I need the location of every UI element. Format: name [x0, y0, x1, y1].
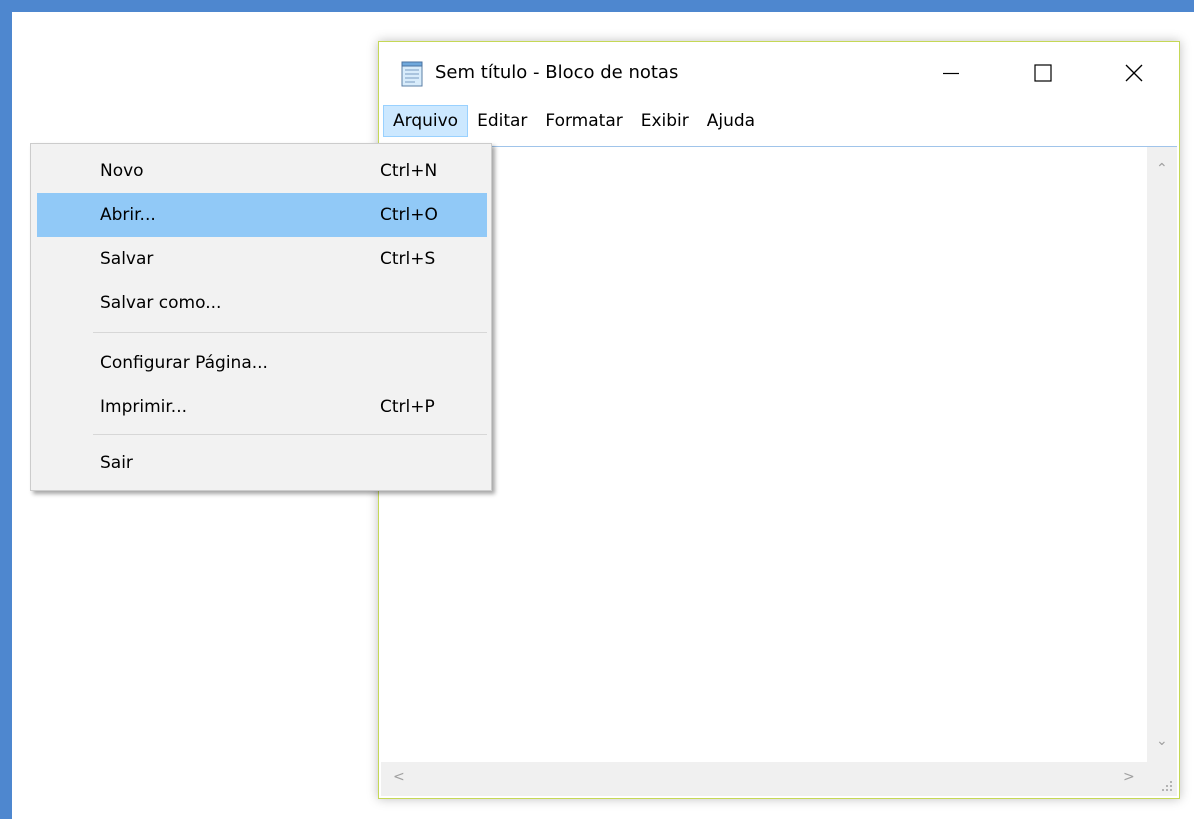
- scroll-down-icon[interactable]: ⌄: [1156, 733, 1168, 749]
- file-menu-dropdown: Novo Ctrl+N Abrir... Ctrl+O Salvar Ctrl+…: [30, 143, 492, 491]
- window-title: Sem título - Bloco de notas: [435, 62, 679, 83]
- menu-ajuda[interactable]: Ajuda: [698, 105, 764, 137]
- menu-editar[interactable]: Editar: [468, 105, 536, 137]
- menu-item-sair[interactable]: Sair: [37, 441, 487, 485]
- menu-item-label: Imprimir...: [100, 397, 188, 417]
- minimize-button[interactable]: [921, 42, 981, 104]
- scroll-left-icon[interactable]: <: [393, 769, 405, 785]
- menu-item-label: Configurar Página...: [100, 353, 268, 373]
- vertical-scrollbar[interactable]: ⌃ ⌄: [1147, 147, 1177, 762]
- menu-item-label: Sair: [100, 453, 133, 473]
- menu-item-shortcut: Ctrl+N: [380, 161, 438, 181]
- horizontal-scrollbar[interactable]: < >: [381, 762, 1147, 796]
- scroll-up-icon[interactable]: ⌃: [1156, 161, 1168, 177]
- menu-item-shortcut: Ctrl+P: [380, 397, 435, 417]
- maximize-icon: [1034, 64, 1052, 82]
- resize-grip[interactable]: [1147, 762, 1177, 796]
- maximize-button[interactable]: [1013, 42, 1073, 104]
- desktop-frame-top: [0, 0, 1194, 12]
- menu-separator: [93, 434, 487, 435]
- menu-item-label: Novo: [100, 161, 144, 181]
- menu-item-abrir[interactable]: Abrir... Ctrl+O: [37, 193, 487, 237]
- resize-grip-icon: [1162, 781, 1172, 791]
- menu-arquivo[interactable]: Arquivo: [383, 105, 469, 137]
- menu-item-imprimir[interactable]: Imprimir... Ctrl+P: [37, 385, 487, 429]
- desktop-frame-left: [0, 0, 12, 819]
- text-editor-area[interactable]: ⌃ ⌄ < >: [381, 146, 1177, 796]
- close-button[interactable]: [1104, 42, 1164, 104]
- menu-item-shortcut: Ctrl+S: [380, 249, 436, 269]
- notepad-window: Sem título - Bloco de notas Arquivo Edit…: [378, 41, 1180, 799]
- menu-separator: [93, 332, 487, 333]
- menu-item-configurar-pagina[interactable]: Configurar Página...: [37, 341, 487, 385]
- menu-item-salvar-como[interactable]: Salvar como...: [37, 281, 487, 325]
- close-icon: [1125, 64, 1143, 82]
- menu-item-salvar[interactable]: Salvar Ctrl+S: [37, 237, 487, 281]
- menu-item-label: Salvar como...: [100, 293, 222, 313]
- notepad-icon: [401, 61, 423, 87]
- scroll-right-icon[interactable]: >: [1123, 769, 1135, 785]
- menu-item-label: Abrir...: [100, 205, 156, 225]
- menu-formatar[interactable]: Formatar: [536, 105, 631, 137]
- minimize-icon: [943, 72, 959, 75]
- menu-bar: Arquivo Editar Formatar Exibir Ajuda: [379, 104, 1179, 138]
- title-bar[interactable]: Sem título - Bloco de notas: [379, 42, 1179, 104]
- menu-item-novo[interactable]: Novo Ctrl+N: [37, 149, 487, 193]
- menu-item-label: Salvar: [100, 249, 154, 269]
- menu-item-shortcut: Ctrl+O: [380, 205, 438, 225]
- menu-exibir[interactable]: Exibir: [632, 105, 698, 137]
